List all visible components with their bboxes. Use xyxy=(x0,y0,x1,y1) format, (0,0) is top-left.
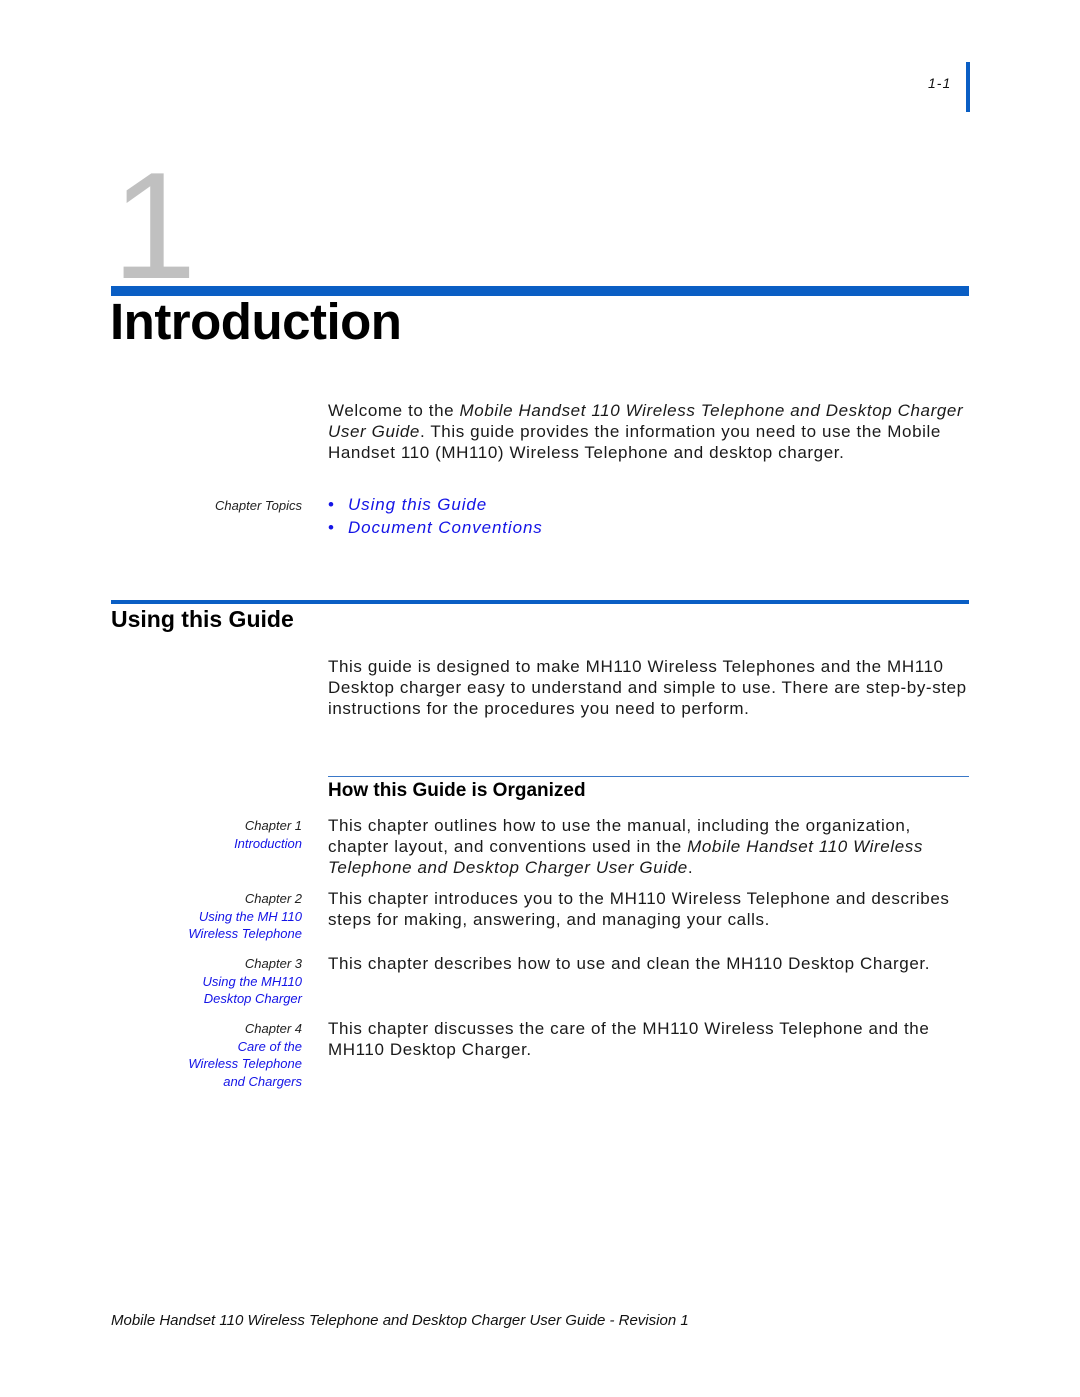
chapter-link-line: and Chargers xyxy=(223,1073,302,1089)
page-footer: Mobile Handset 110 Wireless Telephone an… xyxy=(111,1312,689,1329)
chapter-4-link[interactable]: Care of the Wireless Telephone and Charg… xyxy=(150,1038,302,1091)
chapter-3-link[interactable]: Using the MH110 Desktop Charger xyxy=(150,973,302,1008)
chapter-label: Chapter 2 xyxy=(244,891,302,906)
bullet-icon: • xyxy=(328,518,335,537)
subsection-title-organization: How this Guide is Organized xyxy=(328,780,586,801)
chapter-description-end: . xyxy=(687,858,694,877)
chapter-link-line: Wireless Telephone xyxy=(188,1056,302,1071)
chapter-label: Chapter 4 xyxy=(244,1021,302,1036)
chapter-2-description: This chapter introduces you to the MH110… xyxy=(328,889,950,929)
using-guide-paragraph: This guide is designed to make MH110 Wir… xyxy=(328,657,967,718)
chapter-1-link[interactable]: Introduction xyxy=(150,835,302,853)
chapter-topics-list: • Using this Guide • Document Conventions xyxy=(328,493,543,539)
intro-text-before: Welcome to the xyxy=(328,401,460,420)
intro-text-after: . This guide provides the information yo… xyxy=(328,422,941,462)
chapter-2-label: Chapter 2 Using the MH 110 Wireless Tele… xyxy=(150,890,302,943)
chapter-label: Chapter 1 xyxy=(244,818,302,833)
topic-link-using-this-guide[interactable]: • Using this Guide xyxy=(328,493,543,516)
intro-paragraph: Welcome to the Mobile Handset 110 Wirele… xyxy=(328,400,968,463)
chapter-1-description: This chapter outlines how to use the man… xyxy=(328,815,973,878)
chapter-number: 1 xyxy=(112,141,197,311)
section-title-using-this-guide: Using this Guide xyxy=(111,606,294,632)
topic-link-label: Document Conventions xyxy=(348,518,543,537)
chapter-link-line: Using the MH 110 xyxy=(198,908,302,924)
topic-link-label: Using this Guide xyxy=(348,495,488,514)
chapter-link-line: Desktop Charger xyxy=(203,991,302,1006)
chapter-4-label: Chapter 4 Care of the Wireless Telephone… xyxy=(150,1020,302,1090)
chapter-link-line: Care of the xyxy=(237,1038,302,1054)
section-rule xyxy=(111,600,969,604)
bullet-icon: • xyxy=(328,495,335,514)
chapter-2-link[interactable]: Using the MH 110 Wireless Telephone xyxy=(150,908,302,943)
topic-link-document-conventions[interactable]: • Document Conventions xyxy=(328,516,543,539)
chapter-3-label: Chapter 3 Using the MH110 Desktop Charge… xyxy=(150,955,302,1008)
chapter-topics-label: Chapter Topics xyxy=(215,498,302,513)
chapter-label: Chapter 3 xyxy=(244,956,302,971)
chapter-title: Introduction xyxy=(110,293,402,350)
chapter-link-line: Using the MH110 xyxy=(202,973,302,989)
chapter-link-line: Wireless Telephone xyxy=(188,926,302,941)
chapter-3-description: This chapter describes how to use and cl… xyxy=(328,954,931,973)
chapter-1-label: Chapter 1 Introduction xyxy=(150,817,302,852)
chapter-4-description: This chapter discusses the care of the M… xyxy=(328,1019,930,1059)
page-number: 1-1 xyxy=(928,75,952,91)
subsection-rule xyxy=(328,776,969,777)
page-number-bar xyxy=(966,62,970,112)
